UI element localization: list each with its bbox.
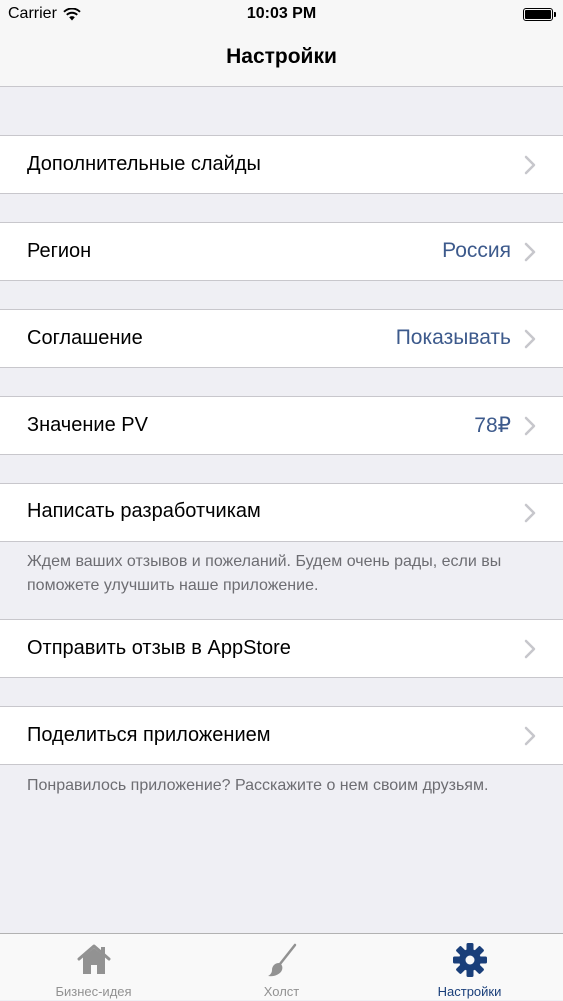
tab-label: Бизнес-идея xyxy=(55,984,132,999)
settings-item-agreement[interactable]: Соглашение Показывать xyxy=(0,309,563,368)
settings-item-label: Соглашение xyxy=(27,327,143,349)
settings-item-label: Поделиться приложением xyxy=(27,724,271,746)
chevron-right-icon xyxy=(524,639,536,659)
settings-item-extra-slides[interactable]: Дополнительные слайды xyxy=(0,135,563,194)
settings-item-label: Регион xyxy=(27,240,92,262)
settings-item-pv-value[interactable]: Значение PV 78₽ xyxy=(0,396,563,455)
settings-item-label: Отправить отзыв в AppStore xyxy=(27,637,291,659)
settings-item-region[interactable]: Регион Россия xyxy=(0,222,563,281)
status-time: 10:03 PM xyxy=(246,5,317,22)
chevron-right-icon xyxy=(524,503,536,523)
brush-icon xyxy=(267,943,296,977)
chevron-right-icon xyxy=(524,155,536,175)
settings-item-label: Дополнительные слайды xyxy=(27,153,261,175)
settings-item-label: Написать разработчикам xyxy=(27,500,261,522)
chevron-right-icon xyxy=(524,329,536,349)
tab-canvas[interactable]: Холст xyxy=(188,934,375,1001)
tab-business-idea[interactable]: Бизнес-идея xyxy=(0,934,187,1001)
chevron-right-icon xyxy=(524,726,536,746)
section-footer-write-developers: Ждем ваших отзывов и пожеланий. Будем оч… xyxy=(27,553,502,594)
tab-label: Настройки xyxy=(437,984,502,999)
tab-settings[interactable]: Настройки xyxy=(376,934,563,1001)
battery-icon xyxy=(523,8,556,21)
settings-item-value: Россия xyxy=(442,239,511,262)
page-title: Настройки xyxy=(226,45,337,68)
chevron-right-icon xyxy=(524,242,536,262)
chevron-right-icon xyxy=(524,416,536,436)
gear-icon xyxy=(452,943,487,977)
settings-item-share-app[interactable]: Поделиться приложением xyxy=(0,706,563,765)
tab-bar: Бизнес-идея Холст Настройки xyxy=(0,933,563,1000)
settings-item-label: Значение PV xyxy=(27,414,148,436)
settings-item-appstore-review[interactable]: Отправить отзыв в AppStore xyxy=(0,619,563,678)
tab-label: Холст xyxy=(263,984,300,999)
section-footer-share-app: Понравилось приложение? Расскажите о нем… xyxy=(27,777,489,794)
status-bar: Carrier 10:03 PM xyxy=(0,0,563,30)
navigation-bar: Настройки xyxy=(0,30,563,87)
settings-item-value: 78₽ xyxy=(474,414,511,437)
settings-item-value: Показывать xyxy=(395,326,511,349)
home-icon xyxy=(77,944,110,974)
settings-item-write-developers[interactable]: Написать разработчикам xyxy=(0,483,563,542)
